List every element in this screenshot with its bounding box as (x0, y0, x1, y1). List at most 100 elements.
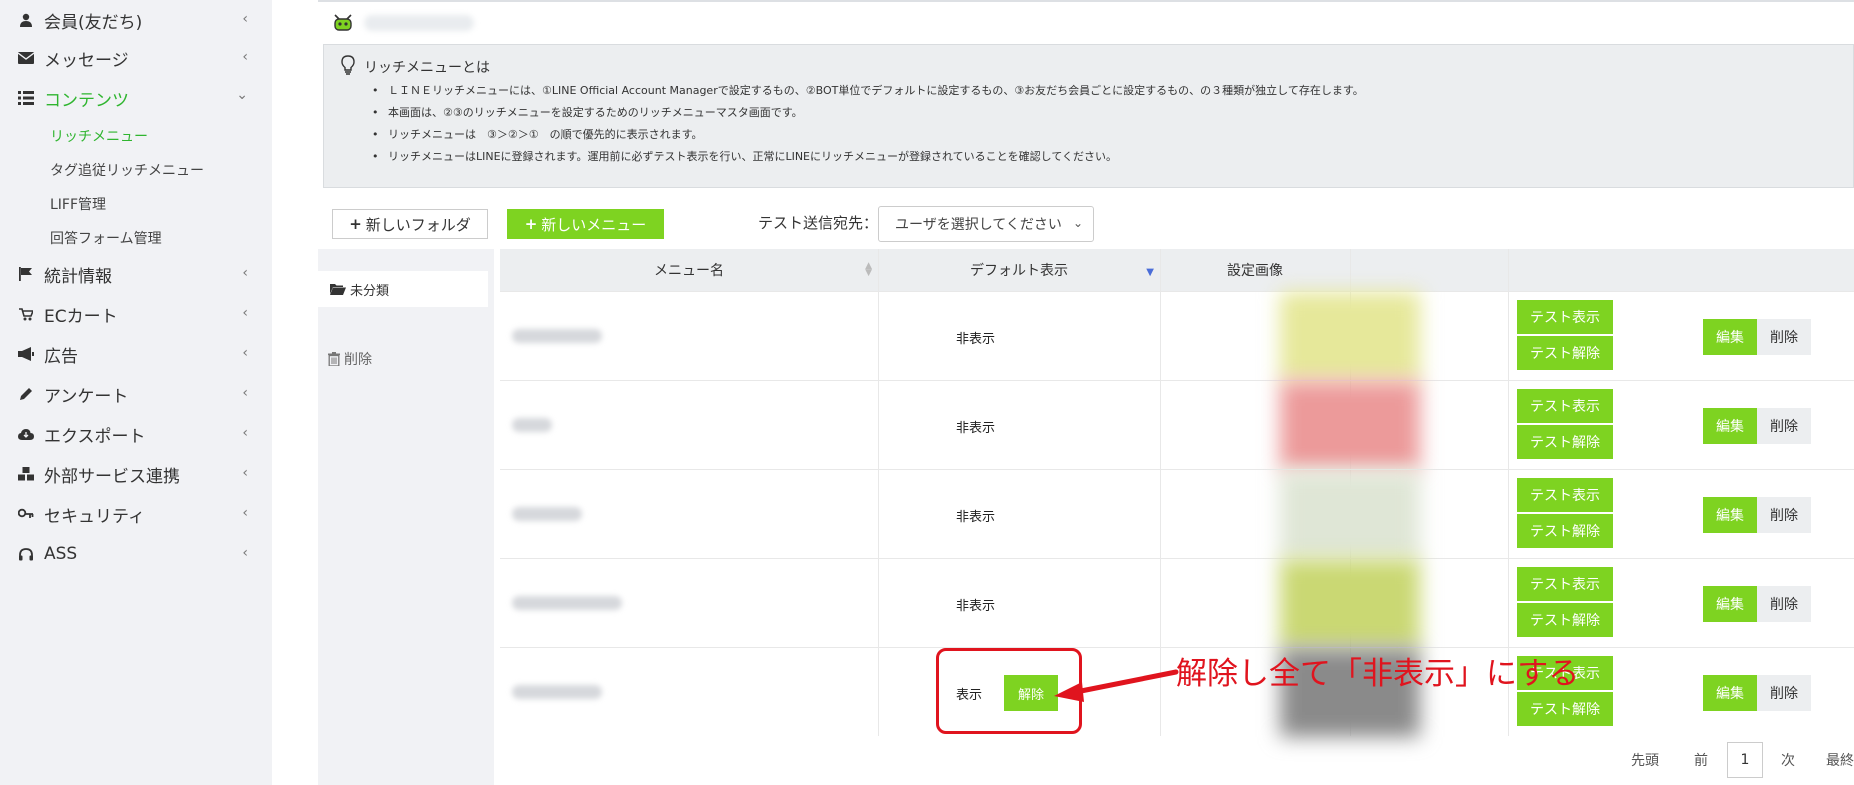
table-row: 非表示 テスト表示 テスト解除 編集 削除 (500, 469, 1854, 559)
delete-button[interactable]: 削除 (1757, 586, 1811, 622)
sidebar-item-survey[interactable]: アンケート ‹ (0, 376, 272, 412)
test-release-button[interactable]: テスト解除 (1517, 692, 1613, 726)
edit-button[interactable]: 編集 (1703, 675, 1757, 711)
chevron-left-icon: ‹ (242, 49, 248, 65)
chevron-left-icon: ‹ (242, 265, 248, 281)
info-bullet: リッチメニューはLINEに登録されます。運用前に必ずテスト表示を行い、正常にLI… (372, 146, 1364, 168)
column-header-menu-name[interactable]: メニュー名 ▲ ▼ (500, 249, 878, 291)
pager-current[interactable]: 1 (1727, 742, 1763, 778)
annotation-text: 解除し全て「非表示」にする (1176, 656, 1580, 692)
chevron-left-icon: ‹ (242, 385, 248, 401)
sidebar-item-ass[interactable]: ASS ‹ (0, 536, 272, 572)
sidebar-subitem-answer-form[interactable]: 回答フォーム管理 (50, 224, 162, 252)
sidebar-item-label: メッセージ (44, 50, 129, 71)
sidebar: 会員(友だち) ‹ メッセージ ‹ コンテンツ ⌄ リッチメニュー タグ追従リッ… (0, 0, 272, 785)
chevron-down-icon: ⌄ (1072, 216, 1083, 230)
pager-next[interactable]: 次 (1781, 742, 1795, 778)
menu-image-thumbnail (1280, 381, 1420, 470)
edit-button[interactable]: 編集 (1703, 497, 1757, 533)
sidebar-item-members[interactable]: 会員(友だち) ‹ (0, 2, 272, 38)
envelope-icon (18, 50, 34, 66)
sidebar-item-security[interactable]: セキュリティ ‹ (0, 496, 272, 532)
cubes-icon (18, 466, 34, 482)
menu-name-blurred (512, 596, 622, 610)
sidebar-subitem-tag-rich-menu[interactable]: タグ追従リッチメニュー (50, 156, 204, 184)
sidebar-item-label: コンテンツ (44, 90, 129, 111)
delete-button[interactable]: 削除 (1757, 408, 1811, 444)
pager-last[interactable]: 最終 (1826, 742, 1854, 778)
menu-image-thumbnail (1280, 292, 1420, 381)
test-send-placeholder: ユーザを選択してください (895, 217, 1062, 233)
robot-icon (332, 12, 354, 34)
delete-button[interactable]: 削除 (1757, 675, 1811, 711)
sidebar-item-contents[interactable]: コンテンツ ⌄ (0, 80, 272, 116)
default-display-value: 非表示 (956, 510, 996, 525)
edit-button[interactable]: 編集 (1703, 408, 1757, 444)
test-send-select[interactable]: ユーザを選択してください ⌄ (878, 206, 1094, 242)
menu-name-blurred (512, 507, 582, 521)
plus-icon: + (349, 215, 362, 233)
sort-icon: ▲ ▼ (865, 261, 872, 278)
list-icon (18, 90, 34, 106)
cart-icon (18, 306, 34, 322)
test-release-button[interactable]: テスト解除 (1517, 603, 1613, 637)
sidebar-item-label: 会員(友だち) (44, 12, 143, 33)
column-header-label: メニュー名 (654, 263, 724, 279)
sidebar-item-external-services[interactable]: 外部サービス連携 ‹ (0, 456, 272, 492)
pager-prev[interactable]: 前 (1694, 742, 1708, 778)
test-release-button[interactable]: テスト解除 (1517, 514, 1613, 548)
sidebar-item-ads[interactable]: 広告 ‹ (0, 336, 272, 372)
default-display-value: 非表示 (956, 332, 996, 347)
test-release-button[interactable]: テスト解除 (1517, 336, 1613, 370)
delete-button[interactable]: 削除 (1757, 497, 1811, 533)
sidebar-subitem-liff[interactable]: LIFF管理 (50, 190, 106, 218)
table-header: メニュー名 ▲ ▼ デフォルト表示 ▼ 設定画像 (500, 249, 1854, 291)
lightbulb-icon (340, 55, 358, 75)
new-menu-button[interactable]: + 新しいメニュー (507, 209, 664, 239)
sidebar-item-label: ASS (44, 544, 78, 564)
new-folder-label: 新しいフォルダ (365, 215, 471, 234)
test-show-button[interactable]: テスト表示 (1517, 478, 1613, 512)
folder-uncategorized[interactable]: 未分類 (318, 271, 488, 307)
column-header-test (1350, 249, 1508, 291)
folder-delete-button[interactable]: 削除 (328, 349, 372, 369)
sidebar-item-label: 統計情報 (44, 266, 112, 287)
table-row: 非表示 テスト表示 テスト解除 編集 削除 (500, 558, 1854, 648)
test-show-button[interactable]: テスト表示 (1517, 300, 1613, 334)
delete-button[interactable]: 削除 (1757, 319, 1811, 355)
sidebar-subitem-rich-menu[interactable]: リッチメニュー (50, 122, 148, 150)
folder-open-icon (330, 283, 346, 295)
sort-desc-icon: ▼ (1146, 267, 1154, 278)
info-panel: リッチメニューとは ＬＩＮＥリッチメニューには、①LINE Official A… (323, 44, 1854, 188)
info-title: リッチメニューとは (364, 60, 490, 76)
column-header-default-display[interactable]: デフォルト表示 ▼ (878, 249, 1160, 291)
sidebar-item-label: アンケート (44, 386, 129, 407)
edit-button[interactable]: 編集 (1703, 319, 1757, 355)
test-show-button[interactable]: テスト表示 (1517, 567, 1613, 601)
sidebar-item-messages[interactable]: メッセージ ‹ (0, 40, 272, 76)
pager-first[interactable]: 先頭 (1631, 742, 1659, 778)
edit-button[interactable]: 編集 (1703, 586, 1757, 622)
new-menu-label: 新しいメニュー (541, 215, 647, 234)
folder-label: 未分類 (350, 283, 390, 299)
test-show-button[interactable]: テスト表示 (1517, 389, 1613, 423)
sidebar-item-ec-cart[interactable]: ECカート ‹ (0, 296, 272, 332)
chevron-left-icon: ‹ (242, 11, 248, 27)
sidebar-item-statistics[interactable]: 統計情報 ‹ (0, 256, 272, 292)
megaphone-icon (18, 346, 34, 362)
column-header-image: 設定画像 (1160, 249, 1350, 291)
trash-icon (328, 352, 340, 366)
default-display-value: 非表示 (956, 599, 996, 614)
column-header-actions (1508, 249, 1854, 291)
sidebar-item-label: ECカート (44, 306, 118, 327)
test-send-label: テスト送信宛先： (758, 214, 879, 232)
sidebar-item-label: 外部サービス連携 (44, 466, 180, 487)
test-release-button[interactable]: テスト解除 (1517, 425, 1613, 459)
page-header (318, 0, 1854, 44)
info-bullet: リッチメニューは ③＞②＞① の順で優先的に表示されます。 (372, 124, 1364, 146)
annotation-arrow-icon (1054, 669, 1179, 702)
sidebar-item-label: セキュリティ (44, 506, 145, 527)
menu-name-blurred (512, 329, 602, 343)
sidebar-item-export[interactable]: エクスポート ‹ (0, 416, 272, 452)
new-folder-button[interactable]: + 新しいフォルダ (332, 209, 488, 239)
